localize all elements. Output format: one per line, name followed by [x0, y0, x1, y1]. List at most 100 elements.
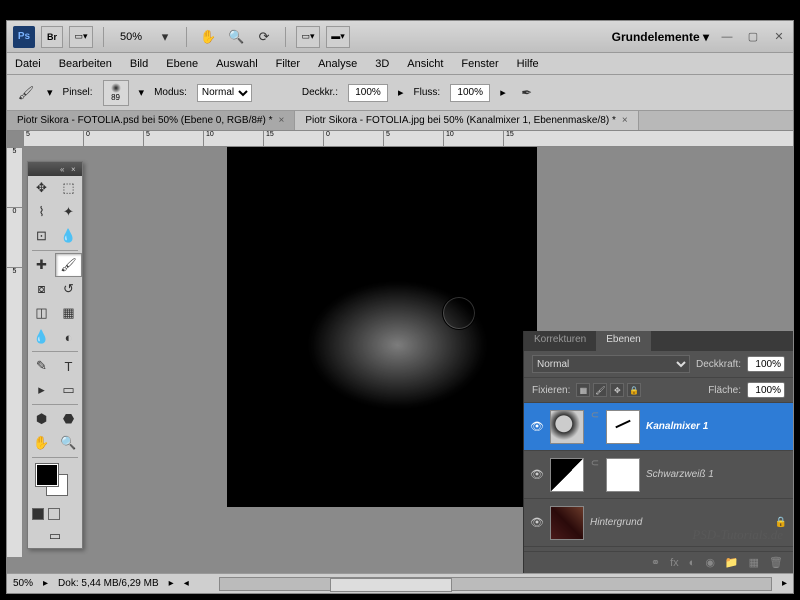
zoom-icon[interactable]: 🔍 [225, 26, 247, 48]
new-layer-icon[interactable]: ▦ [749, 556, 759, 569]
adjustment-thumb[interactable] [550, 410, 584, 444]
ruler-horizontal[interactable]: 5051015051015 [23, 131, 793, 147]
bridge-icon[interactable]: Br [41, 26, 63, 48]
app-logo[interactable]: Ps [13, 26, 35, 48]
move-tool[interactable]: ✥ [28, 176, 55, 200]
brush-tool-icon[interactable]: 🖌 [15, 82, 37, 104]
eraser-tool[interactable]: ◫ [28, 301, 55, 325]
crop-tool[interactable]: ⊡ [28, 224, 55, 248]
brush-tool[interactable]: 🖌 [55, 253, 82, 277]
history-brush-tool[interactable]: ↺ [55, 277, 82, 301]
blend-mode-select[interactable]: Normal [197, 84, 252, 102]
visibility-icon[interactable]: 👁 [530, 420, 544, 434]
zoom-value[interactable]: 50% [114, 31, 148, 43]
document-tabs: Piotr Sikora - FOTOLIA.psd bei 50% (Eben… [7, 111, 793, 131]
brush-preview[interactable]: 89 [103, 80, 129, 106]
menu-auswahl[interactable]: Auswahl [216, 58, 258, 70]
tab-doc-2[interactable]: Piotr Sikora - FOTOLIA.jpg bei 50% (Kana… [295, 111, 638, 130]
heal-tool[interactable]: ✚ [28, 253, 55, 277]
menu-filter[interactable]: Filter [276, 58, 300, 70]
workspace-selector[interactable]: Grundelemente ▾ [612, 30, 709, 44]
close-icon[interactable]: × [278, 115, 284, 126]
lock-all-icon[interactable]: 🔒 [627, 383, 641, 397]
menu-bild[interactable]: Bild [130, 58, 148, 70]
menu-bearbeiten[interactable]: Bearbeiten [59, 58, 112, 70]
menu-fenster[interactable]: Fenster [461, 58, 498, 70]
menu-ansicht[interactable]: Ansicht [407, 58, 443, 70]
layer-kanalmixer[interactable]: 👁 ⊂ Kanalmixer 1 [524, 403, 793, 451]
link-icon[interactable]: ⊂ [590, 410, 600, 444]
mask-thumb[interactable] [606, 410, 640, 444]
opacity-input[interactable] [348, 84, 388, 102]
minimize-button[interactable]: — [719, 29, 735, 45]
rotate-icon[interactable]: ⟳ [253, 26, 275, 48]
menu-analyse[interactable]: Analyse [318, 58, 357, 70]
arrange-dropdown[interactable]: ▭▾ [296, 26, 320, 48]
menu-ebene[interactable]: Ebene [166, 58, 198, 70]
layer-schwarzweiss[interactable]: 👁 ⊂ Schwarzweiß 1 [524, 451, 793, 499]
trash-icon[interactable]: 🗑 [769, 556, 783, 569]
3d-camera-tool[interactable]: ⬣ [55, 407, 82, 431]
tab-doc-1[interactable]: Piotr Sikora - FOTOLIA.psd bei 50% (Eben… [7, 111, 295, 130]
color-swatches[interactable] [32, 464, 78, 500]
stamp-tool[interactable]: ⧇ [28, 277, 55, 301]
screen-mode-tool[interactable]: ▭ [28, 524, 82, 548]
close-icon[interactable]: × [622, 115, 628, 126]
scroll-right-icon[interactable]: ▸ [782, 578, 787, 589]
status-doc-size[interactable]: Dok: 5,44 MB/6,29 MB [58, 578, 159, 589]
eyedropper-tool[interactable]: 💧 [55, 224, 82, 248]
maximize-button[interactable]: ▢ [745, 29, 761, 45]
status-zoom[interactable]: 50% [13, 578, 33, 589]
layout-dropdown[interactable]: ▭▾ [69, 26, 93, 48]
dodge-tool[interactable]: ◐ [55, 325, 82, 349]
path-select-tool[interactable]: ▸ [28, 378, 55, 402]
layer-thumb[interactable] [550, 506, 584, 540]
layer-blend-mode[interactable]: Normal [532, 355, 690, 373]
wand-tool[interactable]: ✦ [55, 200, 82, 224]
blur-tool[interactable]: 💧 [28, 325, 55, 349]
link-icon[interactable]: ⊂ [590, 458, 600, 492]
lock-transparency-icon[interactable]: ▦ [576, 383, 590, 397]
gradient-tool[interactable]: ▦ [55, 301, 82, 325]
mask-icon[interactable]: ◐ [689, 557, 696, 569]
layer-opacity-input[interactable] [747, 356, 785, 372]
link-layers-icon[interactable]: ⚭ [651, 556, 660, 569]
tab-korrekturen[interactable]: Korrekturen [524, 331, 596, 351]
group-icon[interactable]: 📁 [725, 556, 739, 569]
visibility-icon[interactable]: 👁 [530, 468, 544, 482]
close-button[interactable]: ✕ [771, 29, 787, 45]
lock-pixels-icon[interactable]: 🖌 [593, 383, 607, 397]
hand-tool[interactable]: ✋ [28, 431, 55, 455]
menu-datei[interactable]: Datei [15, 58, 41, 70]
marquee-tool[interactable]: ⬚ [55, 176, 82, 200]
ruler-vertical[interactable]: 505 [7, 147, 23, 557]
3d-tool[interactable]: ⬢ [28, 407, 55, 431]
scroll-left-icon[interactable]: ◂ [184, 578, 189, 589]
fg-color[interactable] [36, 464, 58, 486]
menu-hilfe[interactable]: Hilfe [517, 58, 539, 70]
hand-icon[interactable]: ✋ [197, 26, 219, 48]
airbrush-icon[interactable]: ✒ [516, 82, 538, 104]
adjustment-icon[interactable]: ◉ [705, 556, 715, 569]
visibility-icon[interactable]: 👁 [530, 516, 544, 530]
type-tool[interactable]: T [55, 354, 82, 378]
tab-ebenen[interactable]: Ebenen [596, 331, 650, 351]
scrollbar-horizontal[interactable] [219, 577, 772, 591]
adjustment-thumb[interactable] [550, 458, 584, 492]
shape-tool[interactable]: ▭ [55, 378, 82, 402]
collapse-icon[interactable]: « [60, 165, 68, 173]
fx-icon[interactable]: fx [670, 557, 679, 569]
quick-mask[interactable] [28, 504, 82, 524]
menu-3d[interactable]: 3D [375, 58, 389, 70]
lasso-tool[interactable]: ⌇ [28, 200, 55, 224]
flow-input[interactable] [450, 84, 490, 102]
layer-fill-input[interactable] [747, 382, 785, 398]
screen-mode-dropdown[interactable]: ▬▾ [326, 26, 350, 48]
mask-thumb[interactable] [606, 458, 640, 492]
canvas[interactable] [227, 147, 537, 507]
zoom-tool[interactable]: 🔍 [55, 431, 82, 455]
lock-position-icon[interactable]: ✥ [610, 383, 624, 397]
chevron-down-icon[interactable]: ▾ [154, 26, 176, 48]
pen-tool[interactable]: ✎ [28, 354, 55, 378]
close-icon[interactable]: × [71, 165, 79, 173]
